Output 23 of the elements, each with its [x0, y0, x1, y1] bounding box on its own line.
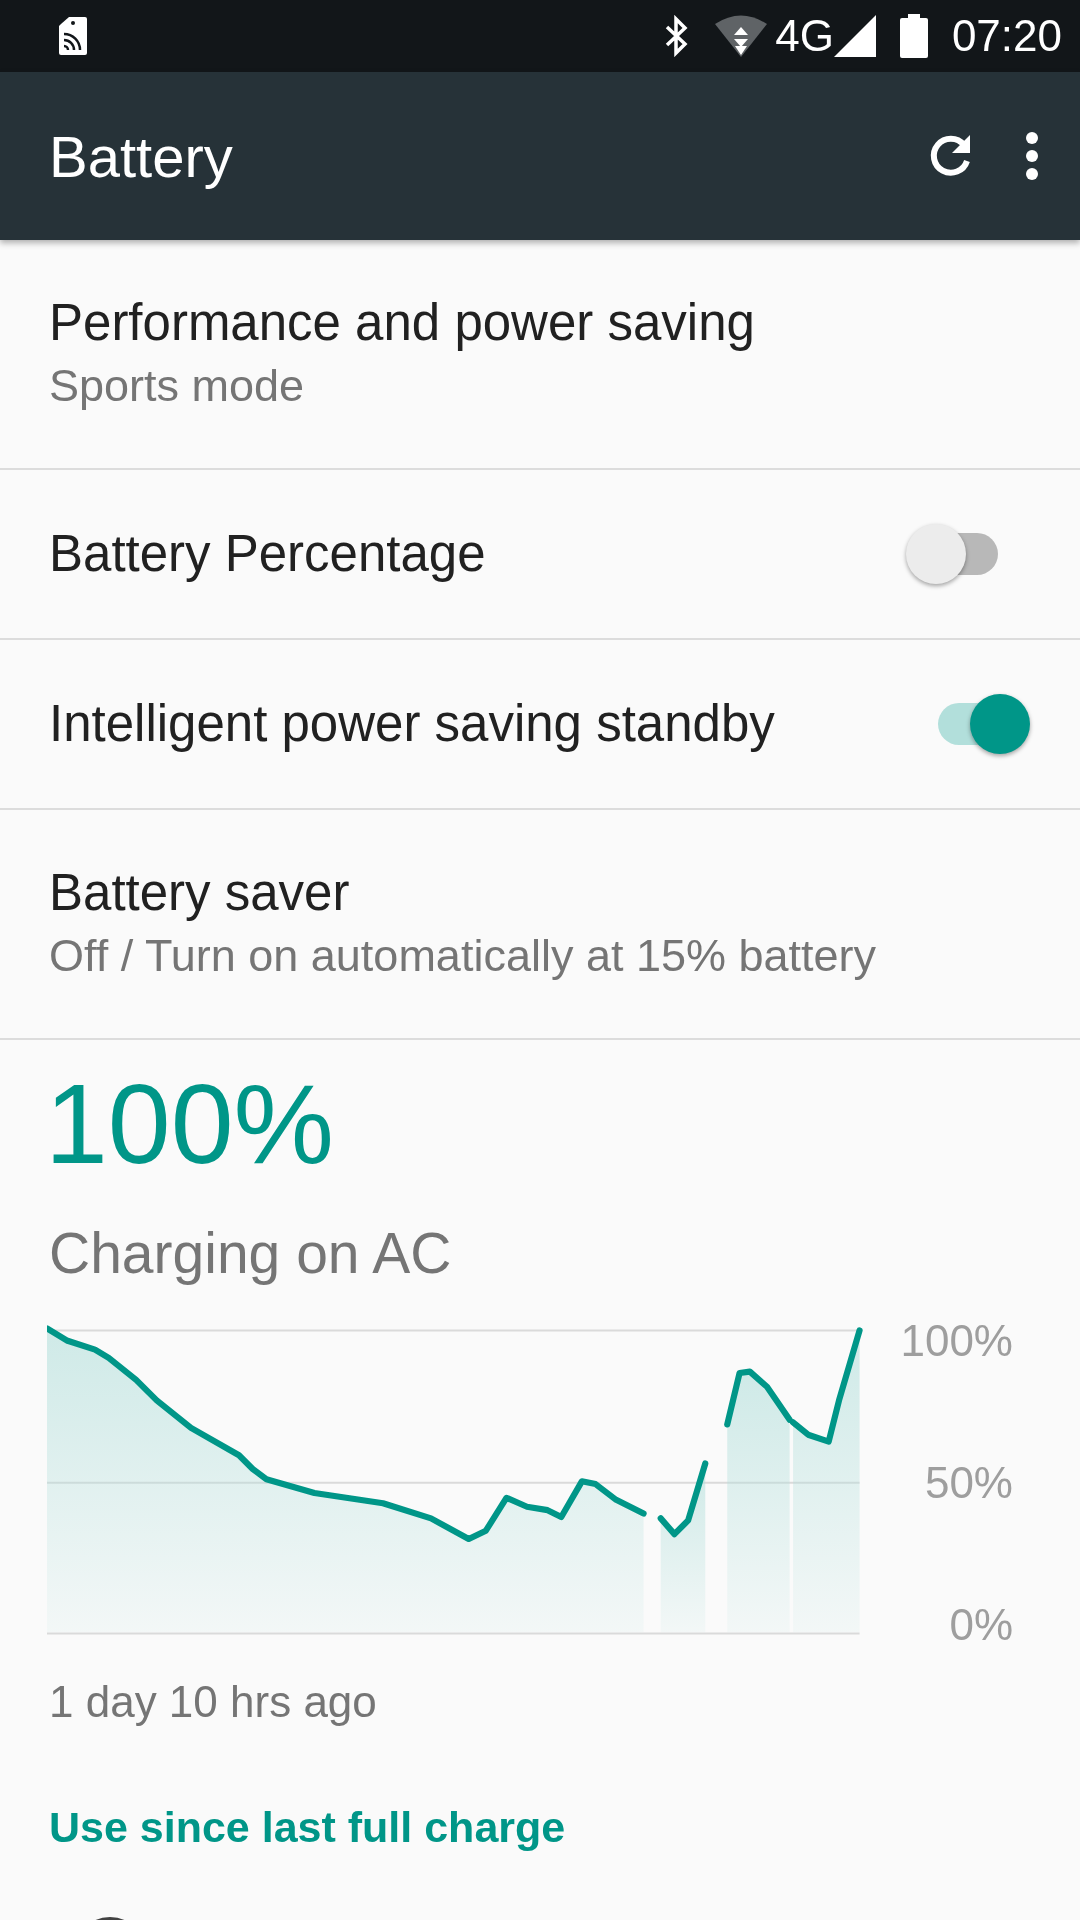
screen-title: Battery [49, 122, 234, 191]
setting-title: Battery saver [49, 863, 351, 924]
settings-item[interactable]: Battery saver Off / Turn on automatically at 15% battery [0, 810, 1080, 1040]
settings-item[interactable]: Performance and power saving Sports mode [0, 240, 1080, 470]
setting-summary: Off / Turn on automatically at 15% battery [49, 929, 878, 984]
clock-time: 07:20 [951, 14, 1062, 58]
setting-title: Performance and power saving [49, 293, 756, 354]
setting-title: Intelligent power saving standby [49, 694, 776, 755]
signal-icon [833, 15, 876, 57]
battery-percentage: 100% [44, 1068, 335, 1181]
setting-summary: Sports mode [49, 359, 306, 414]
notification-icon [58, 16, 88, 56]
axis-label: 0% [948, 1602, 1013, 1647]
network-type: 4G [775, 14, 834, 58]
charging-status: Charging on AC [48, 1220, 453, 1287]
battery-icon [899, 14, 928, 58]
time-range-label: 1 day 10 hrs ago [48, 1675, 378, 1728]
section-header: Use since last full charge [48, 1801, 567, 1853]
axis-label: 50% [923, 1460, 1013, 1505]
setting-title: Battery Percentage [49, 524, 487, 585]
wifi-icon [715, 15, 768, 57]
axis-label: 100% [899, 1318, 1013, 1363]
more-options-button[interactable] [1024, 131, 1040, 181]
